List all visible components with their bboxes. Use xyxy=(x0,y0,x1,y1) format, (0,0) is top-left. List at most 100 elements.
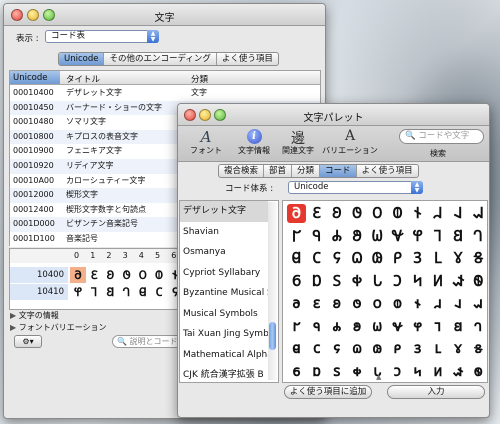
palette-glyph[interactable]: 𐐾 xyxy=(327,339,346,358)
palette-glyph[interactable]: 𐐯 xyxy=(428,294,447,313)
toolbar-related[interactable]: 邊 関連文字 xyxy=(280,128,316,156)
palette-glyph[interactable]: 𐐵 xyxy=(348,317,367,336)
palette-glyph[interactable]: 𐐿 xyxy=(348,339,367,358)
block-list-item[interactable]: CJK 統合漢字拡張 B xyxy=(180,365,268,382)
palette-glyph[interactable]: 𐐚 xyxy=(408,249,427,268)
grid-glyph[interactable]: 𐐁 xyxy=(86,267,102,283)
palette-glyph[interactable]: 𐐩 xyxy=(307,294,326,313)
palette-glyph[interactable]: 𐑅 xyxy=(469,339,487,358)
palette-glyph[interactable]: 𐐙 xyxy=(388,249,407,268)
palette-glyph[interactable]: 𐐁 xyxy=(307,204,326,223)
palette-glyph[interactable]: 𐐏 xyxy=(388,227,407,246)
palette-glyph[interactable]: 𐐸 xyxy=(408,317,427,336)
palette-search-field[interactable]: 🔍 コードや文字 xyxy=(399,129,484,144)
grid-glyph[interactable]: 𐐅 xyxy=(151,267,167,283)
palette-glyph[interactable]: 𐐥 xyxy=(428,272,447,291)
palette-glyph[interactable]: 𐑏 xyxy=(469,362,487,381)
palette-glyph[interactable]: 𐐎 xyxy=(368,227,387,246)
palette-glyph[interactable]: 𐐅 xyxy=(388,204,407,223)
palette-glyph[interactable]: 𐐑 xyxy=(428,227,447,246)
palette-glyph[interactable]: 𐐢 xyxy=(368,272,387,291)
palette-glyph[interactable]: 𐐶 xyxy=(368,317,387,336)
palette-glyph[interactable]: 𐐆 xyxy=(408,204,427,223)
block-list-item[interactable]: Cypriot Syllabary xyxy=(180,263,268,284)
palette-glyph[interactable]: 𐑃 xyxy=(428,339,447,358)
code-system-popup[interactable]: Unicode ▲ ▼ xyxy=(288,181,423,194)
insert-button[interactable]: 入力 xyxy=(387,385,485,399)
palette-glyph[interactable]: 𐐇 xyxy=(428,204,447,223)
tab-unicode[interactable]: Unicode xyxy=(59,53,105,65)
scroll-thumb[interactable] xyxy=(269,322,276,350)
palette-glyph[interactable]: 𐐭 xyxy=(388,294,407,313)
palette-glyph[interactable]: 𐐫 xyxy=(348,294,367,313)
palette-glyph[interactable]: 𐐧 xyxy=(469,272,487,291)
palette-glyph[interactable]: 𐐬 xyxy=(368,294,387,313)
palette-glyph[interactable]: 𐐞 xyxy=(287,272,306,291)
palette-glyph[interactable]: 𐐖 xyxy=(327,249,346,268)
font-variation-disclosure[interactable]: ▶ フォントバリエーション xyxy=(10,322,107,333)
tab-combined-search[interactable]: 複合検索 xyxy=(219,165,265,177)
palette-glyph[interactable]: 𐐨 xyxy=(287,294,306,313)
palette-glyph[interactable]: 𐐦 xyxy=(449,272,468,291)
palette-glyph[interactable]: 𐐝 xyxy=(469,249,487,268)
palette-glyph[interactable]: 𐐲 xyxy=(287,317,306,336)
toolbar-variation[interactable]: A バリエーション xyxy=(318,128,382,156)
tab-category[interactable]: 分類 xyxy=(292,165,321,177)
grid-glyph[interactable]: 𐐑 xyxy=(86,284,102,300)
block-list-item[interactable]: Musical Symbols xyxy=(180,304,268,325)
palette-glyph[interactable]: 𐑄 xyxy=(449,339,468,358)
palette-glyph[interactable]: 𐑁 xyxy=(388,339,407,358)
palette-glyph[interactable]: 𐐡 xyxy=(348,272,367,291)
palette-glyph[interactable]: 𐐪 xyxy=(327,294,346,313)
palette-glyph[interactable]: 𐐻 xyxy=(469,317,487,336)
palette-glyph[interactable]: 𐐀 xyxy=(287,204,306,223)
palette-glyph[interactable]: 𐐹 xyxy=(428,317,447,336)
display-popup[interactable]: コード表 ▲ ▼ xyxy=(45,30,159,43)
grid-glyph[interactable]: 𐐕 xyxy=(151,284,167,300)
palette-glyph[interactable]: 𐐼 xyxy=(287,339,306,358)
palette-glyph[interactable]: 𐑎 xyxy=(449,362,468,381)
toolbar-info[interactable]: i 文字情報 xyxy=(232,128,276,156)
palette-glyph[interactable]: 𐐓 xyxy=(469,227,487,246)
palette-glyph[interactable]: 𐑋 xyxy=(388,362,407,381)
palette-glyph[interactable]: 𐐌 xyxy=(327,227,346,246)
palette-glyph[interactable]: 𐑉 xyxy=(348,362,367,381)
palette-glyph[interactable]: 𐐂 xyxy=(327,204,346,223)
palette-glyph[interactable]: 𐐍 xyxy=(348,227,367,246)
palette-glyph[interactable]: 𐐷 xyxy=(388,317,407,336)
palette-glyph[interactable]: 𐐉 xyxy=(469,204,487,223)
palette-glyph[interactable]: 𐐮 xyxy=(408,294,427,313)
palette-glyph[interactable]: 𐐃 xyxy=(348,204,367,223)
grid-glyph[interactable]: 𐐐 xyxy=(70,284,86,300)
palette-glyph[interactable]: 𐑀 xyxy=(368,339,387,358)
block-list-item[interactable]: Byzantine Musical Sy xyxy=(180,283,268,304)
palette-glyph[interactable]: 𐐘 xyxy=(368,249,387,268)
grid-glyph[interactable]: 𐐀 xyxy=(70,267,86,283)
block-list-item[interactable]: デザレット文字 xyxy=(180,201,268,222)
block-list-item[interactable]: Tai Xuan Jing Symbo xyxy=(180,324,268,345)
palette-glyph[interactable]: 𐐺 xyxy=(449,317,468,336)
palette-glyph[interactable]: 𐐰 xyxy=(449,294,468,313)
toolbar-font[interactable]: A フォント xyxy=(186,128,226,156)
action-menu-button[interactable]: ⚙▾ xyxy=(14,335,42,348)
tab-favorites[interactable]: よく使う項目 xyxy=(217,53,278,65)
block-list-scrollbar[interactable] xyxy=(268,202,277,380)
palette-glyph[interactable]: 𐐕 xyxy=(307,249,326,268)
palette-glyph[interactable]: 𐐄 xyxy=(368,204,387,223)
block-list-item[interactable]: Osmanya xyxy=(180,242,268,263)
tab-code[interactable]: コード xyxy=(320,165,357,177)
palette-glyph[interactable]: 𐐐 xyxy=(408,227,427,246)
grid-glyph[interactable]: 𐐄 xyxy=(135,267,151,283)
palette-glyph[interactable]: 𐐗 xyxy=(348,249,367,268)
character-info-disclosure[interactable]: ▶ 文字の情報 xyxy=(10,310,59,321)
grid-glyph[interactable]: 𐐂 xyxy=(102,267,118,283)
palette-glyph[interactable]: 𐑆 xyxy=(287,362,306,381)
column-unicode[interactable]: Unicode xyxy=(10,71,60,84)
palette-glyph[interactable]: 𐑂 xyxy=(408,339,427,358)
tab-radical[interactable]: 部首 xyxy=(264,165,293,177)
palette-glyph[interactable]: 𐐣 xyxy=(388,272,407,291)
add-favorite-button[interactable]: よく使う項目に追加 xyxy=(284,385,372,399)
block-list-item[interactable]: Shavian xyxy=(180,222,268,243)
palette-glyph[interactable]: 𐐜 xyxy=(449,249,468,268)
palette-glyph[interactable]: 𐐔 xyxy=(287,249,306,268)
